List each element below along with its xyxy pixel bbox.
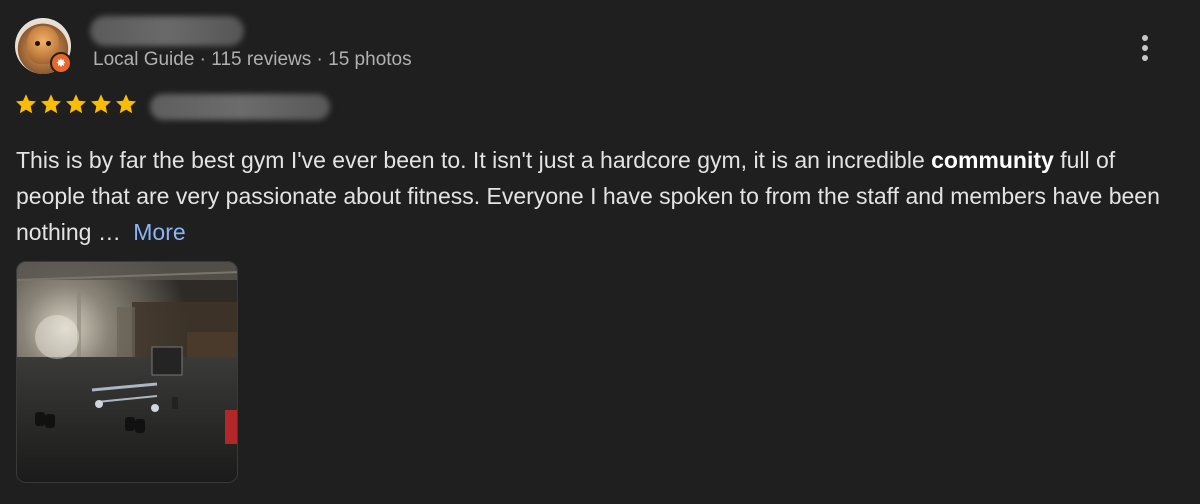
review-text-bold: community bbox=[931, 147, 1054, 173]
star-icon bbox=[116, 94, 136, 114]
review-photo[interactable] bbox=[16, 261, 238, 483]
more-options-icon[interactable] bbox=[1130, 28, 1160, 68]
review-text: This is by far the best gym I've ever be… bbox=[16, 142, 1176, 250]
review-date-redacted bbox=[150, 94, 330, 120]
reviewer-name-redacted[interactable] bbox=[90, 16, 244, 46]
review-card: ✸ Local Guide · 115 reviews · 15 photos … bbox=[0, 0, 1200, 504]
star-icon bbox=[16, 94, 36, 114]
review-text-start: This is by far the best gym I've ever be… bbox=[16, 147, 932, 173]
more-link[interactable]: More bbox=[133, 219, 185, 245]
star-icon bbox=[41, 94, 61, 114]
local-guide-badge-icon: ✸ bbox=[50, 52, 72, 74]
star-rating bbox=[14, 92, 138, 116]
star-icon bbox=[91, 94, 111, 114]
gym-photo-image bbox=[17, 262, 237, 482]
reviewer-meta: Local Guide · 115 reviews · 15 photos bbox=[93, 49, 412, 70]
star-icon bbox=[66, 94, 86, 114]
